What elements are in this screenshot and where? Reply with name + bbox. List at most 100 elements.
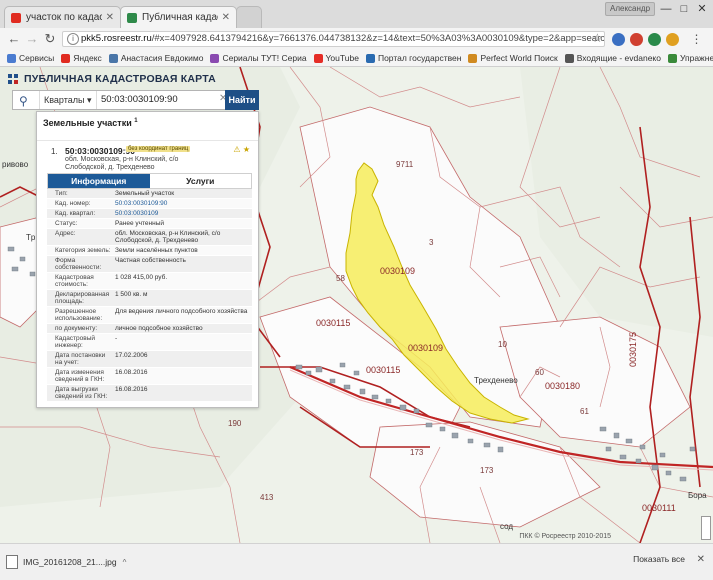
bookmark-favicon-icon [210,53,220,63]
property-row: Тип: Земельный участок [47,189,252,199]
rosreestr-favicon-icon [127,12,137,23]
close-window-button[interactable]: ✕ [693,0,711,18]
back-button[interactable]: ← [6,31,22,47]
map-label-settlement: сод [500,522,514,531]
result-item[interactable]: 1. 50:03:0030109:90 без координат границ… [37,140,258,175]
reload-button[interactable]: ↻ [42,31,58,47]
search-icon[interactable]: ⚲ [19,94,28,108]
property-row: Кад. номер: 50:03:0030109:90 [47,199,252,209]
bookmark-label: Упражнения для спи [679,53,713,63]
find-button[interactable]: Найти [225,90,259,110]
bookmark-label: Perfect World Поиск [480,53,558,63]
search-input[interactable] [101,91,221,109]
result-cad-number[interactable]: 50:03:0030109:90 [65,146,135,156]
map-label: 61 [580,407,589,416]
tab-close-icon[interactable]: ✕ [222,12,230,23]
map-label: 173 [410,448,424,457]
extension-icon[interactable] [612,33,625,46]
map-zoom-control[interactable] [701,516,711,540]
site-info-icon[interactable]: i [67,33,79,45]
property-row: Дата постановки на учет: 17.02.2006 [47,351,252,368]
adblock-icon[interactable] [630,33,643,46]
chevron-down-icon: ▾ [87,95,92,105]
map-label: 190 [228,419,242,428]
address-bar[interactable]: i pkk5.rosreestr.ru/#x=4097928.641379421… [62,31,605,47]
search-layer-select[interactable]: Кварталы ▾ [39,91,97,109]
map-label: 413 [260,493,274,502]
bookmark-label: Анастасия Евдокимо [120,53,204,63]
bookmark-favicon-icon [108,53,118,63]
property-key: Кадастровая стоимость: [55,274,94,288]
map-label: 0030109 [380,266,416,276]
bookmark-item[interactable]: Сервисы [7,53,54,63]
bookmark-favicon-icon [61,53,71,63]
browser-tab-pkk[interactable]: Публичная кадастровая ✕ [120,6,237,28]
property-row: Декларированная площадь: 1 500 кв. м [47,290,252,307]
new-tab-button[interactable] [236,6,262,28]
bookmark-item[interactable]: Сериалы ТУТ! Сериа [210,53,307,63]
tab-title: участок по кадастрово [26,12,102,23]
property-value: Земли населённых пунктов [115,247,198,254]
url-host: pkk5.rosreestr.ru [81,33,152,44]
close-download-bar-button[interactable]: ✕ [697,554,705,565]
maximize-button[interactable]: □ [675,0,693,18]
app-title-text: ПУБЛИЧНАЯ КАДАСТРОВАЯ КАРТА [24,73,216,85]
result-address: обл. Московская, р-н Клинский, с/о Слобо… [65,156,179,171]
map-label: 60 [535,368,544,377]
property-value: Земельный участок [115,190,175,197]
bookmark-item[interactable]: YouTube [313,53,359,63]
property-key: Кадастровый инженер: [55,335,96,349]
property-key: Декларированная площадь: [55,291,110,305]
map-label: 9711 [396,160,414,169]
result-index: 1. [51,147,58,156]
bookmark-favicon-icon [564,53,574,63]
property-row: Разрешенное использование: Для ведения ли… [47,307,252,324]
bookmark-item[interactable]: Perfect World Поиск [468,53,558,63]
bookmark-item[interactable]: Яндекс [61,53,102,63]
show-all-downloads-link[interactable]: Показать все [633,554,685,564]
property-row: Дата изменения сведений в ГКН: 16.08.2016 [47,368,252,385]
property-key: Разрешенное использование: [55,308,103,322]
bookmark-favicon-icon [7,53,16,63]
bookmark-label: Входящие - evdaneко [576,53,661,63]
property-row: Кадастровый инженер: - [47,334,252,351]
bookmarks-bar: Сервисы Яндекс Анастасия Евдокимо Сериалы Т… [0,50,713,67]
profile-button[interactable]: Александр [605,2,655,16]
map-label: 3 [429,238,434,247]
extension-icon[interactable] [666,33,679,46]
map-label: 0030180 [545,381,581,391]
minimize-button[interactable]: — [657,0,675,18]
tab-services[interactable]: Услуги [149,174,251,188]
tab-close-icon[interactable]: ✕ [106,12,114,23]
bookmark-item[interactable]: Упражнения для спи [667,53,713,63]
property-key: Категория земель: [55,247,111,254]
bookmark-star-icon[interactable]: ☆ [592,31,603,45]
menu-icon[interactable]: ⋮ [690,33,703,46]
property-key: Тип: [55,190,68,197]
property-row: Категория земель: Земли населённых пункто… [47,246,252,256]
property-value[interactable]: 50:03:0030109 [113,209,252,218]
property-key: Статус: [55,220,78,227]
no-borders-badge: без координат границ [126,146,191,152]
browser-tab-search[interactable]: участок по кадастрово ✕ [4,6,121,28]
map-label-settlement: Бора [688,491,707,500]
forward-button[interactable]: → [24,31,40,47]
result-action-icons[interactable]: ⚠ ★ [233,145,250,154]
property-value: 16.08.2016 [115,369,148,376]
property-value: Для ведения личного подсобного хозяйства [115,308,248,315]
map-label: 10 [498,340,507,349]
bookmark-item[interactable]: Анастасия Евдокимо [108,53,204,63]
download-item[interactable]: IMG_20161208_21....jpg ^ [6,552,126,572]
app-title: ПУБЛИЧНАЯ КАДАСТРОВАЯ КАРТА [8,68,258,90]
chevron-up-icon[interactable]: ^ [123,558,127,567]
bookmark-item[interactable]: Портал государствен [365,53,461,63]
map-copyright: ПКК © Росреестр 2010-2015 [519,533,611,540]
yandex-favicon-icon [11,12,21,23]
property-key: Кад. квартал: [55,210,96,217]
map-label-settlement: Tp [26,233,36,242]
bookmark-item[interactable]: Входящие - evdaneко [564,53,661,63]
url-path: /#x=4097928.6413794216&y=7661376.0447381… [151,33,605,44]
property-value[interactable]: 50:03:0030109:90 [113,199,252,208]
extension-icon[interactable] [648,33,661,46]
tab-information[interactable]: Информация [48,174,150,188]
